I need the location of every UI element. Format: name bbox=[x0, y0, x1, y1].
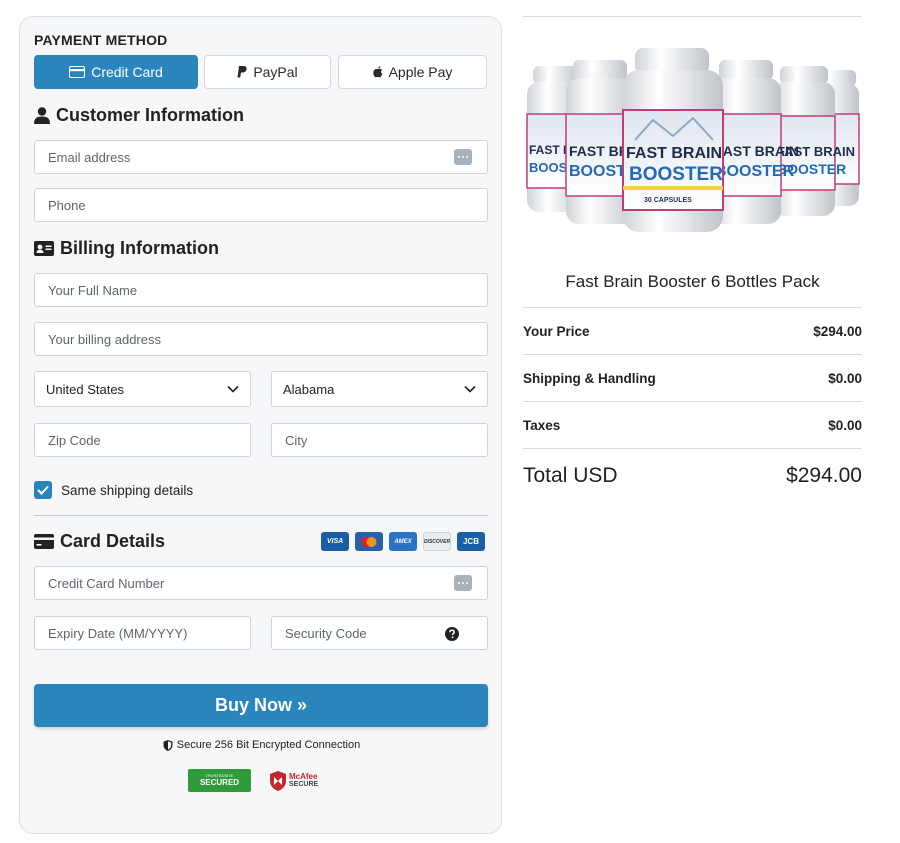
autofill-icon[interactable] bbox=[454, 149, 472, 165]
summary-divider bbox=[523, 401, 862, 402]
visa-icon: VISA bbox=[321, 532, 349, 551]
card-number-field[interactable]: Credit Card Number bbox=[34, 566, 488, 600]
help-icon[interactable] bbox=[445, 627, 459, 641]
svg-text:FAST BRAIN: FAST BRAIN bbox=[715, 143, 799, 159]
summary-top-divider bbox=[523, 16, 862, 17]
taxes-value: $0.00 bbox=[828, 418, 862, 433]
mcafee-bottom-text: SECURE bbox=[289, 781, 319, 788]
user-icon bbox=[34, 107, 50, 124]
tab-paypal[interactable]: PayPal bbox=[204, 55, 331, 89]
expiry-date-field[interactable]: Expiry Date (MM/YYYY) bbox=[34, 616, 251, 650]
phone-field[interactable]: Phone bbox=[34, 188, 488, 222]
customer-information-heading: Customer Information bbox=[34, 105, 244, 126]
full-name-field[interactable]: Your Full Name bbox=[34, 273, 488, 307]
shield-icon bbox=[163, 739, 173, 751]
zip-code-placeholder: Zip Code bbox=[48, 432, 101, 448]
expiry-date-placeholder: Expiry Date (MM/YYYY) bbox=[48, 625, 188, 641]
summary-divider bbox=[523, 448, 862, 449]
product-name: Fast Brain Booster 6 Bottles Pack bbox=[565, 272, 820, 291]
full-name-placeholder: Your Full Name bbox=[48, 282, 138, 298]
buy-now-button[interactable]: Buy Now » bbox=[34, 684, 488, 727]
mcafee-badge: McAfee SECURE bbox=[270, 769, 334, 792]
paypal-icon bbox=[237, 66, 247, 78]
summary-divider bbox=[523, 354, 862, 355]
card-number-placeholder: Credit Card Number bbox=[48, 575, 165, 591]
shipping-value: $0.00 bbox=[828, 371, 862, 386]
price-value: $294.00 bbox=[813, 324, 862, 339]
mcafee-shield-icon bbox=[270, 770, 286, 791]
chevron-down-icon bbox=[464, 385, 476, 393]
city-placeholder: City bbox=[285, 432, 308, 448]
billing-information-title: Billing Information bbox=[60, 238, 219, 258]
trustedsite-main-text: SECURED bbox=[199, 778, 240, 787]
card-details-heading: Card Details bbox=[34, 531, 165, 552]
customer-information-title: Customer Information bbox=[56, 105, 245, 125]
state-value: Alabama bbox=[283, 381, 335, 397]
tab-apple-pay-label: Apple Pay bbox=[388, 64, 453, 80]
total-label: Total USD bbox=[523, 464, 618, 487]
summary-row-taxes: Taxes $0.00 bbox=[523, 418, 862, 433]
secure-connection-note: Secure 256 Bit Encrypted Connection bbox=[20, 739, 503, 751]
city-field[interactable]: City bbox=[271, 423, 488, 457]
product-image: FAST BRAIN BOOSTER FAST BRAIN BOOSTER FA… bbox=[526, 48, 860, 232]
autofill-icon[interactable] bbox=[454, 575, 472, 591]
mastercard-icon bbox=[355, 532, 383, 551]
accepted-cards: VISA AMEX DISCOVER JCB bbox=[321, 532, 485, 551]
country-value: United States bbox=[46, 381, 125, 397]
tab-credit-card-label: Credit Card bbox=[91, 64, 163, 80]
payment-method-label: PAYMENT METHOD bbox=[34, 32, 168, 48]
credit-card-icon bbox=[34, 534, 54, 549]
svg-text:BOOSTER: BOOSTER bbox=[715, 163, 795, 180]
id-card-icon bbox=[34, 241, 54, 256]
svg-text:FAST BRAIN: FAST BRAIN bbox=[626, 145, 722, 162]
taxes-label: Taxes bbox=[523, 418, 561, 433]
zip-code-field[interactable]: Zip Code bbox=[34, 423, 251, 457]
trustedsite-badge: TRUSTEDSITE SECURED bbox=[188, 769, 251, 792]
price-label: Your Price bbox=[523, 324, 590, 339]
card-details-title: Card Details bbox=[60, 531, 166, 551]
billing-address-field[interactable]: Your billing address bbox=[34, 322, 488, 356]
billing-information-heading: Billing Information bbox=[34, 238, 219, 259]
summary-divider bbox=[523, 307, 862, 308]
discover-icon: DISCOVER bbox=[423, 532, 451, 551]
state-select[interactable]: Alabama bbox=[271, 371, 488, 407]
tab-credit-card[interactable]: Credit Card bbox=[34, 55, 198, 89]
summary-row-shipping: Shipping & Handling $0.00 bbox=[523, 371, 862, 386]
checkout-form-panel: PAYMENT METHOD Credit Card PayPal Apple … bbox=[19, 16, 502, 834]
amex-icon: AMEX bbox=[389, 532, 417, 551]
security-code-field[interactable]: Security Code bbox=[271, 616, 488, 650]
svg-text:30 CAPSULES: 30 CAPSULES bbox=[644, 197, 692, 204]
section-divider bbox=[34, 515, 488, 516]
bottle-front: FAST BRAIN BOOSTER 30 CAPSULES bbox=[622, 48, 724, 232]
tab-paypal-label: PayPal bbox=[253, 64, 298, 80]
tab-apple-pay[interactable]: Apple Pay bbox=[338, 55, 487, 89]
phone-placeholder: Phone bbox=[48, 197, 86, 213]
checkmark-icon bbox=[37, 485, 49, 495]
summary-row-price: Your Price $294.00 bbox=[523, 324, 862, 339]
mcafee-top-text: McAfee bbox=[289, 772, 318, 781]
svg-text:BOOSTER: BOOSTER bbox=[629, 164, 723, 185]
credit-card-icon bbox=[69, 66, 86, 78]
shipping-label: Shipping & Handling bbox=[523, 371, 656, 386]
email-field[interactable]: Email address bbox=[34, 140, 488, 174]
summary-total: Total USD $294.00 bbox=[523, 464, 862, 488]
security-code-placeholder: Security Code bbox=[285, 625, 367, 641]
email-placeholder: Email address bbox=[48, 149, 131, 165]
billing-address-placeholder: Your billing address bbox=[48, 331, 161, 347]
chevron-down-icon bbox=[227, 385, 239, 393]
country-select[interactable]: United States bbox=[34, 371, 251, 407]
secure-connection-text: Secure 256 Bit Encrypted Connection bbox=[176, 739, 361, 751]
same-shipping-label[interactable]: Same shipping details bbox=[61, 483, 193, 498]
jcb-icon: JCB bbox=[457, 532, 485, 551]
apple-icon bbox=[372, 66, 382, 78]
same-shipping-checkbox[interactable] bbox=[34, 481, 52, 499]
total-value: $294.00 bbox=[786, 464, 862, 487]
